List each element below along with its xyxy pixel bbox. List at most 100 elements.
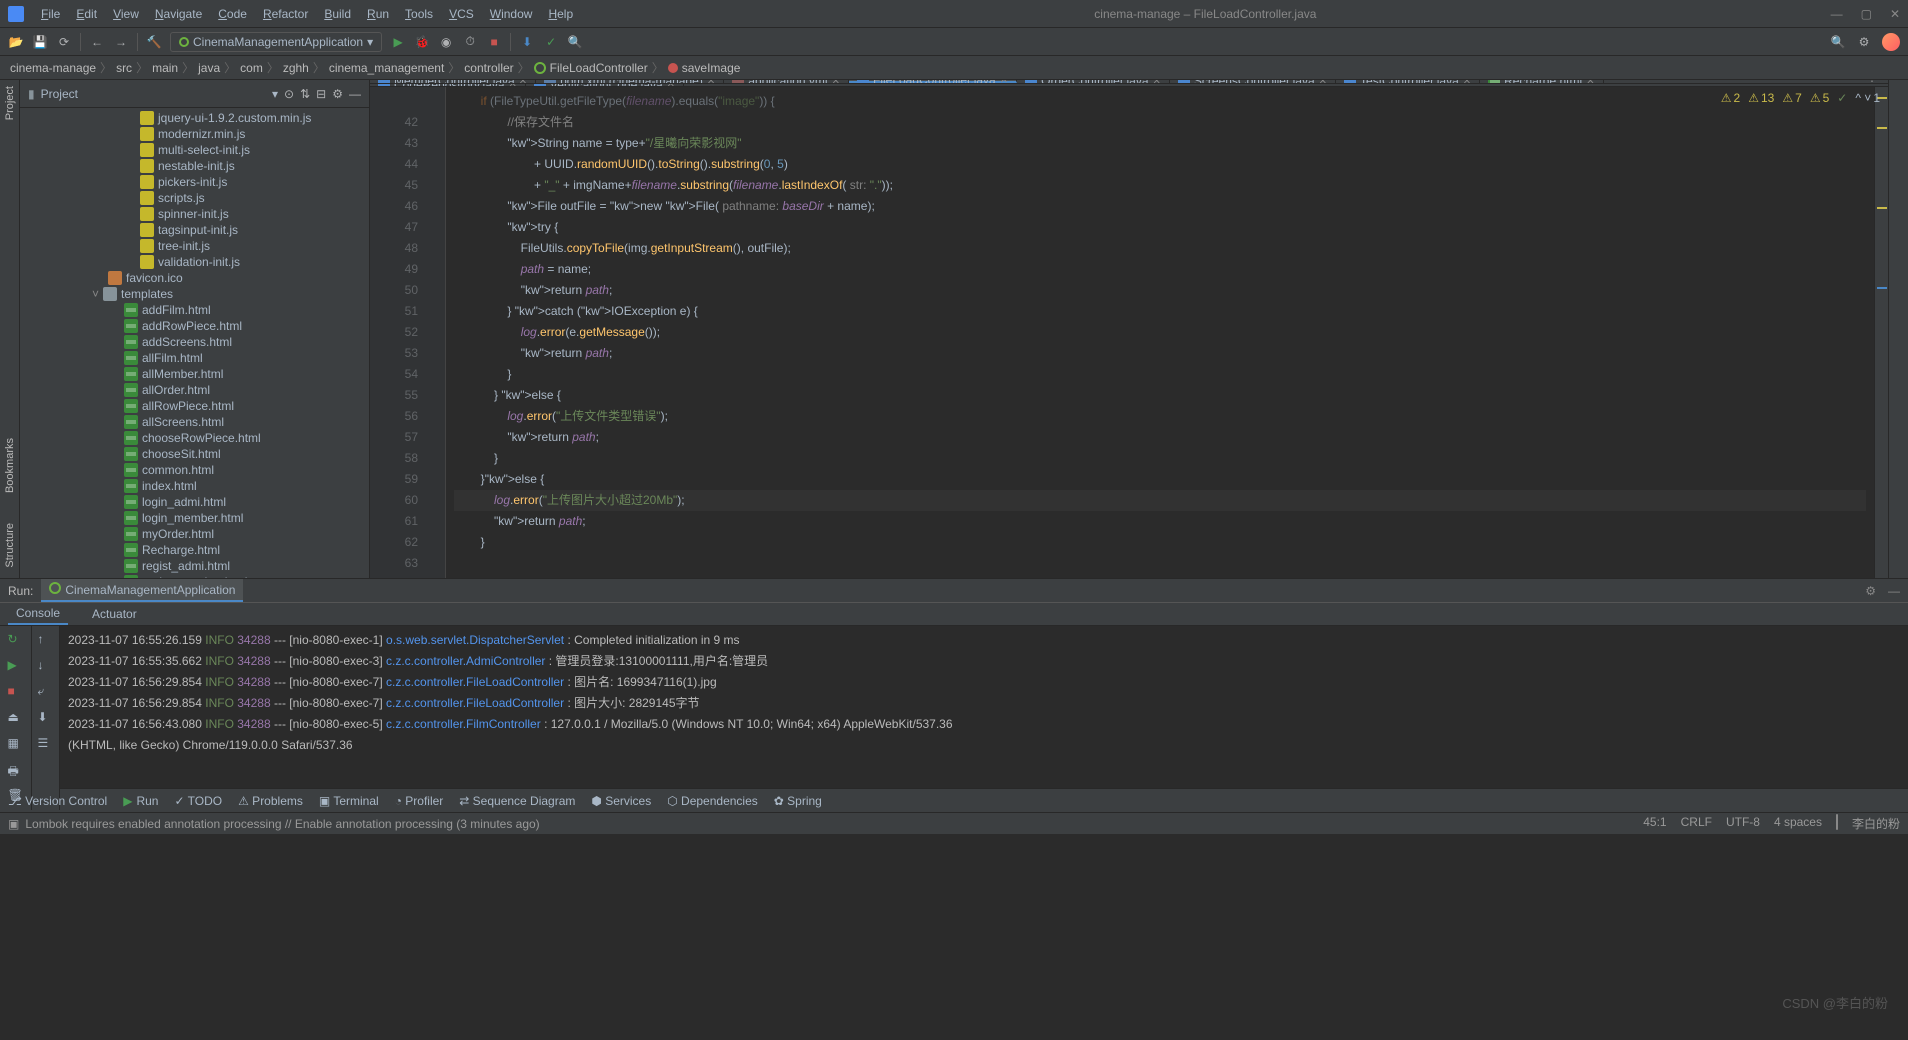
menu-vcs[interactable]: VCS: [442, 4, 481, 24]
tool-sequence-diagram[interactable]: ⇄ Sequence Diagram: [459, 794, 575, 808]
close-icon[interactable]: ✕: [1890, 7, 1900, 21]
tree-item[interactable]: chooseSit.html: [20, 446, 369, 462]
menu-edit[interactable]: Edit: [69, 4, 104, 24]
menu-file[interactable]: File: [34, 4, 67, 24]
project-toolwindow-tab[interactable]: Project: [4, 86, 16, 120]
menu-build[interactable]: Build: [317, 4, 358, 24]
breadcrumb-item[interactable]: saveImage: [682, 61, 741, 75]
menu-navigate[interactable]: Navigate: [148, 4, 209, 24]
git-branch[interactable]: 李白的粉: [1852, 815, 1900, 832]
editor-tab[interactable]: Recharge.html✕: [1480, 80, 1603, 83]
tree-item[interactable]: tagsinput-init.js: [20, 222, 369, 238]
menu-tools[interactable]: Tools: [398, 4, 440, 24]
tree-item[interactable]: regist_member.html: [20, 574, 369, 578]
breadcrumb-item[interactable]: src: [116, 61, 132, 75]
up-icon[interactable]: ↑: [38, 632, 54, 648]
gear-icon[interactable]: ⚙: [1865, 584, 1876, 598]
reload-icon[interactable]: ⟳: [56, 34, 72, 50]
tree-item[interactable]: chooseRowPiece.html: [20, 430, 369, 446]
inspection-summary[interactable]: ⚠ 2 ⚠ 13 ⚠ 7 ⚠ 5 ✓ ^ ˅ 1: [1721, 91, 1880, 105]
profile-icon[interactable]: ⏱: [462, 34, 478, 50]
down-icon[interactable]: ↓: [38, 658, 54, 674]
tree-item[interactable]: Recharge.html: [20, 542, 369, 558]
collapse-all-icon[interactable]: ⊟: [316, 87, 326, 101]
tree-item[interactable]: allScreens.html: [20, 414, 369, 430]
menu-help[interactable]: Help: [541, 4, 580, 24]
forward-icon[interactable]: →: [113, 34, 129, 50]
minimize-icon[interactable]: —: [1831, 7, 1843, 21]
caret-position[interactable]: 45:1: [1643, 815, 1666, 832]
tree-item[interactable]: spinner-init.js: [20, 206, 369, 222]
avatar-icon[interactable]: [1882, 33, 1900, 51]
editor-tab[interactable]: pom.xml (cinema-manage)✕: [536, 80, 724, 83]
exit-icon[interactable]: ⏏: [8, 710, 24, 726]
tree-item[interactable]: regist_admi.html: [20, 558, 369, 574]
tree-item[interactable]: allFilm.html: [20, 350, 369, 366]
code-text[interactable]: if (FileTypeUtil.getFileType(filename).e…: [446, 87, 1874, 578]
save-all-icon[interactable]: 💾: [32, 34, 48, 50]
tool-version-control[interactable]: ⎇ Version Control: [8, 794, 107, 808]
tree-item[interactable]: login_admi.html: [20, 494, 369, 510]
tool-profiler[interactable]: ◔ Profiler: [395, 794, 444, 808]
tree-item[interactable]: jquery-ui-1.9.2.custom.min.js: [20, 110, 369, 126]
file-encoding[interactable]: UTF-8: [1726, 815, 1760, 832]
editor-tab[interactable]: FileLoadController.java✕: [849, 80, 1017, 83]
breadcrumb-item[interactable]: java: [198, 61, 220, 75]
tree-item[interactable]: allRowPiece.html: [20, 398, 369, 414]
run-icon[interactable]: ▶: [390, 34, 406, 50]
tree-item[interactable]: modernizr.min.js: [20, 126, 369, 142]
select-opened-icon[interactable]: ⊙: [284, 87, 294, 101]
run-tab-console[interactable]: Console: [8, 603, 68, 625]
editor-tab[interactable]: application.yml✕: [724, 80, 849, 83]
tree-item[interactable]: addFilm.html: [20, 302, 369, 318]
tool-run[interactable]: ▶ Run: [123, 794, 158, 808]
fold-gutter[interactable]: [430, 87, 446, 578]
breadcrumb-item[interactable]: cinema-manage: [10, 61, 96, 75]
tree-item[interactable]: myOrder.html: [20, 526, 369, 542]
menu-code[interactable]: Code: [211, 4, 254, 24]
tree-item[interactable]: favicon.ico: [20, 270, 369, 286]
tool-terminal[interactable]: ▣ Terminal: [319, 794, 379, 808]
vcs-commit-icon[interactable]: ✓: [543, 34, 559, 50]
breadcrumb-item[interactable]: zghh: [283, 61, 309, 75]
run-tab-actuator[interactable]: Actuator: [80, 604, 145, 624]
breadcrumb-item[interactable]: com: [240, 61, 263, 75]
layout-icon[interactable]: ▦: [8, 736, 24, 752]
tool-services[interactable]: ⬢ Services: [591, 794, 651, 808]
breadcrumb-item[interactable]: FileLoadController: [550, 61, 648, 75]
tool-todo[interactable]: ✓ TODO: [174, 794, 222, 808]
tool-spring[interactable]: ✿ Spring: [774, 794, 822, 808]
print-icon[interactable]: 🖶: [8, 762, 24, 778]
editor-tab[interactable]: VerificationCode.java✕: [526, 84, 684, 86]
tree-item[interactable]: nestable-init.js: [20, 158, 369, 174]
breadcrumb-item[interactable]: main: [152, 61, 178, 75]
stop-icon[interactable]: ■: [486, 34, 502, 50]
tree-item[interactable]: allMember.html: [20, 366, 369, 382]
editor-tab[interactable]: ScreensController.java✕: [1170, 80, 1336, 83]
tree-item[interactable]: index.html: [20, 478, 369, 494]
rerun-icon[interactable]: ↻: [8, 632, 24, 648]
expand-all-icon[interactable]: ⇅: [300, 87, 310, 101]
run-icon[interactable]: ▶: [8, 658, 24, 674]
settings-icon[interactable]: ⚙: [1856, 34, 1872, 50]
scroll-icon[interactable]: ⬇: [38, 710, 54, 726]
readonly-icon[interactable]: [1836, 815, 1838, 832]
tree-item[interactable]: allOrder.html: [20, 382, 369, 398]
tree-item[interactable]: validation-init.js: [20, 254, 369, 270]
tree-folder[interactable]: ˅templates: [20, 286, 369, 302]
tool-problems[interactable]: ⚠ Problems: [238, 794, 303, 808]
more-tabs-icon[interactable]: ⋮: [1856, 80, 1888, 83]
tree-item[interactable]: login_member.html: [20, 510, 369, 526]
back-icon[interactable]: ←: [89, 34, 105, 50]
line-separator[interactable]: CRLF: [1681, 815, 1712, 832]
editor-tab[interactable]: MemberController.java✕: [370, 80, 536, 83]
wrap-icon[interactable]: ⤶: [38, 684, 54, 700]
chevron-down-icon[interactable]: ▾: [272, 87, 278, 101]
tree-item[interactable]: tree-init.js: [20, 238, 369, 254]
editor-tab[interactable]: OrderController.java✕: [1017, 80, 1170, 83]
tree-item[interactable]: common.html: [20, 462, 369, 478]
build-icon[interactable]: 🔨: [146, 34, 162, 50]
editor-tab[interactable]: CodeRepository.java✕: [370, 84, 526, 86]
menu-refactor[interactable]: Refactor: [256, 4, 315, 24]
filter-icon[interactable]: ☰: [38, 736, 54, 752]
